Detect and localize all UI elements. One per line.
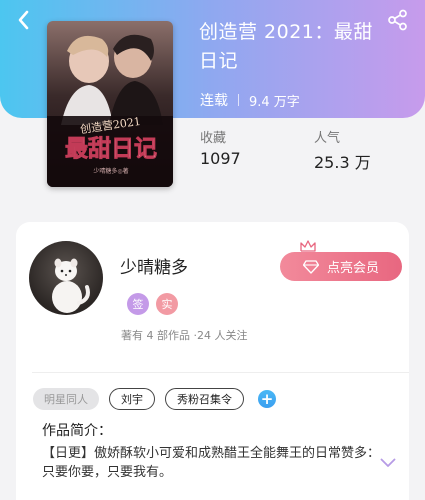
favorites-label: 收藏 [200,131,227,146]
vip-button[interactable]: 点亮会员 [280,252,402,281]
tag-item[interactable]: 刘宇 [109,388,155,410]
word-count: 9.4 万字 [249,94,300,110]
share-button[interactable] [387,9,409,31]
crown-icon [300,240,316,252]
avatar-image [52,258,90,313]
avatar[interactable] [29,241,103,315]
intro-text: 【日更】傲娇酥软小可爱和成熟醋王全能舞王的日常赞多：只要你要，只要我有。 [42,446,381,480]
popularity-label: 人气 [314,131,341,146]
back-button[interactable] [12,8,36,32]
author-works-info: 著有 4 部作品 ·24 人关注 [121,329,248,342]
divider [238,94,239,106]
diamond-icon [302,259,319,274]
vip-button-label: 点亮会员 [326,261,379,276]
cover-author: 少晴糖多◎著 [93,167,128,175]
book-title: 创造营 2021：最甜日记 [199,21,373,72]
chevron-down-icon[interactable] [380,458,396,468]
cover-title-main: 最甜日记 [65,135,157,162]
author-card: 少晴糖多 点亮会员 签 实 著有 4 部作品 ·24 人关注 明星同人 刘宇 秀… [16,222,409,500]
tag-category[interactable]: 明星同人 [33,388,99,410]
serial-status: 连载 [200,93,228,109]
add-tag-button[interactable]: + [258,390,276,408]
author-name[interactable]: 少晴糖多 [120,253,188,278]
chevron-left-icon [18,10,29,30]
plus-icon: + [260,390,274,408]
intro-title: 作品简介： [42,423,112,439]
book-cover[interactable]: 创造营2021 最甜日记 少晴糖多◎著 [47,21,173,187]
tag-item[interactable]: 秀粉召集令 [165,388,244,410]
signed-badge: 签 [127,293,149,315]
share-icon [388,9,407,31]
card-divider [32,372,409,373]
tag-list: 明星同人 刘宇 秀粉召集令 + [33,388,276,410]
verified-badge: 实 [156,293,178,315]
favorites-value: 1097 [200,149,241,168]
book-status-row: 连载 9.4 万字 [200,90,300,110]
popularity-value: 25.3 万 [314,153,371,172]
